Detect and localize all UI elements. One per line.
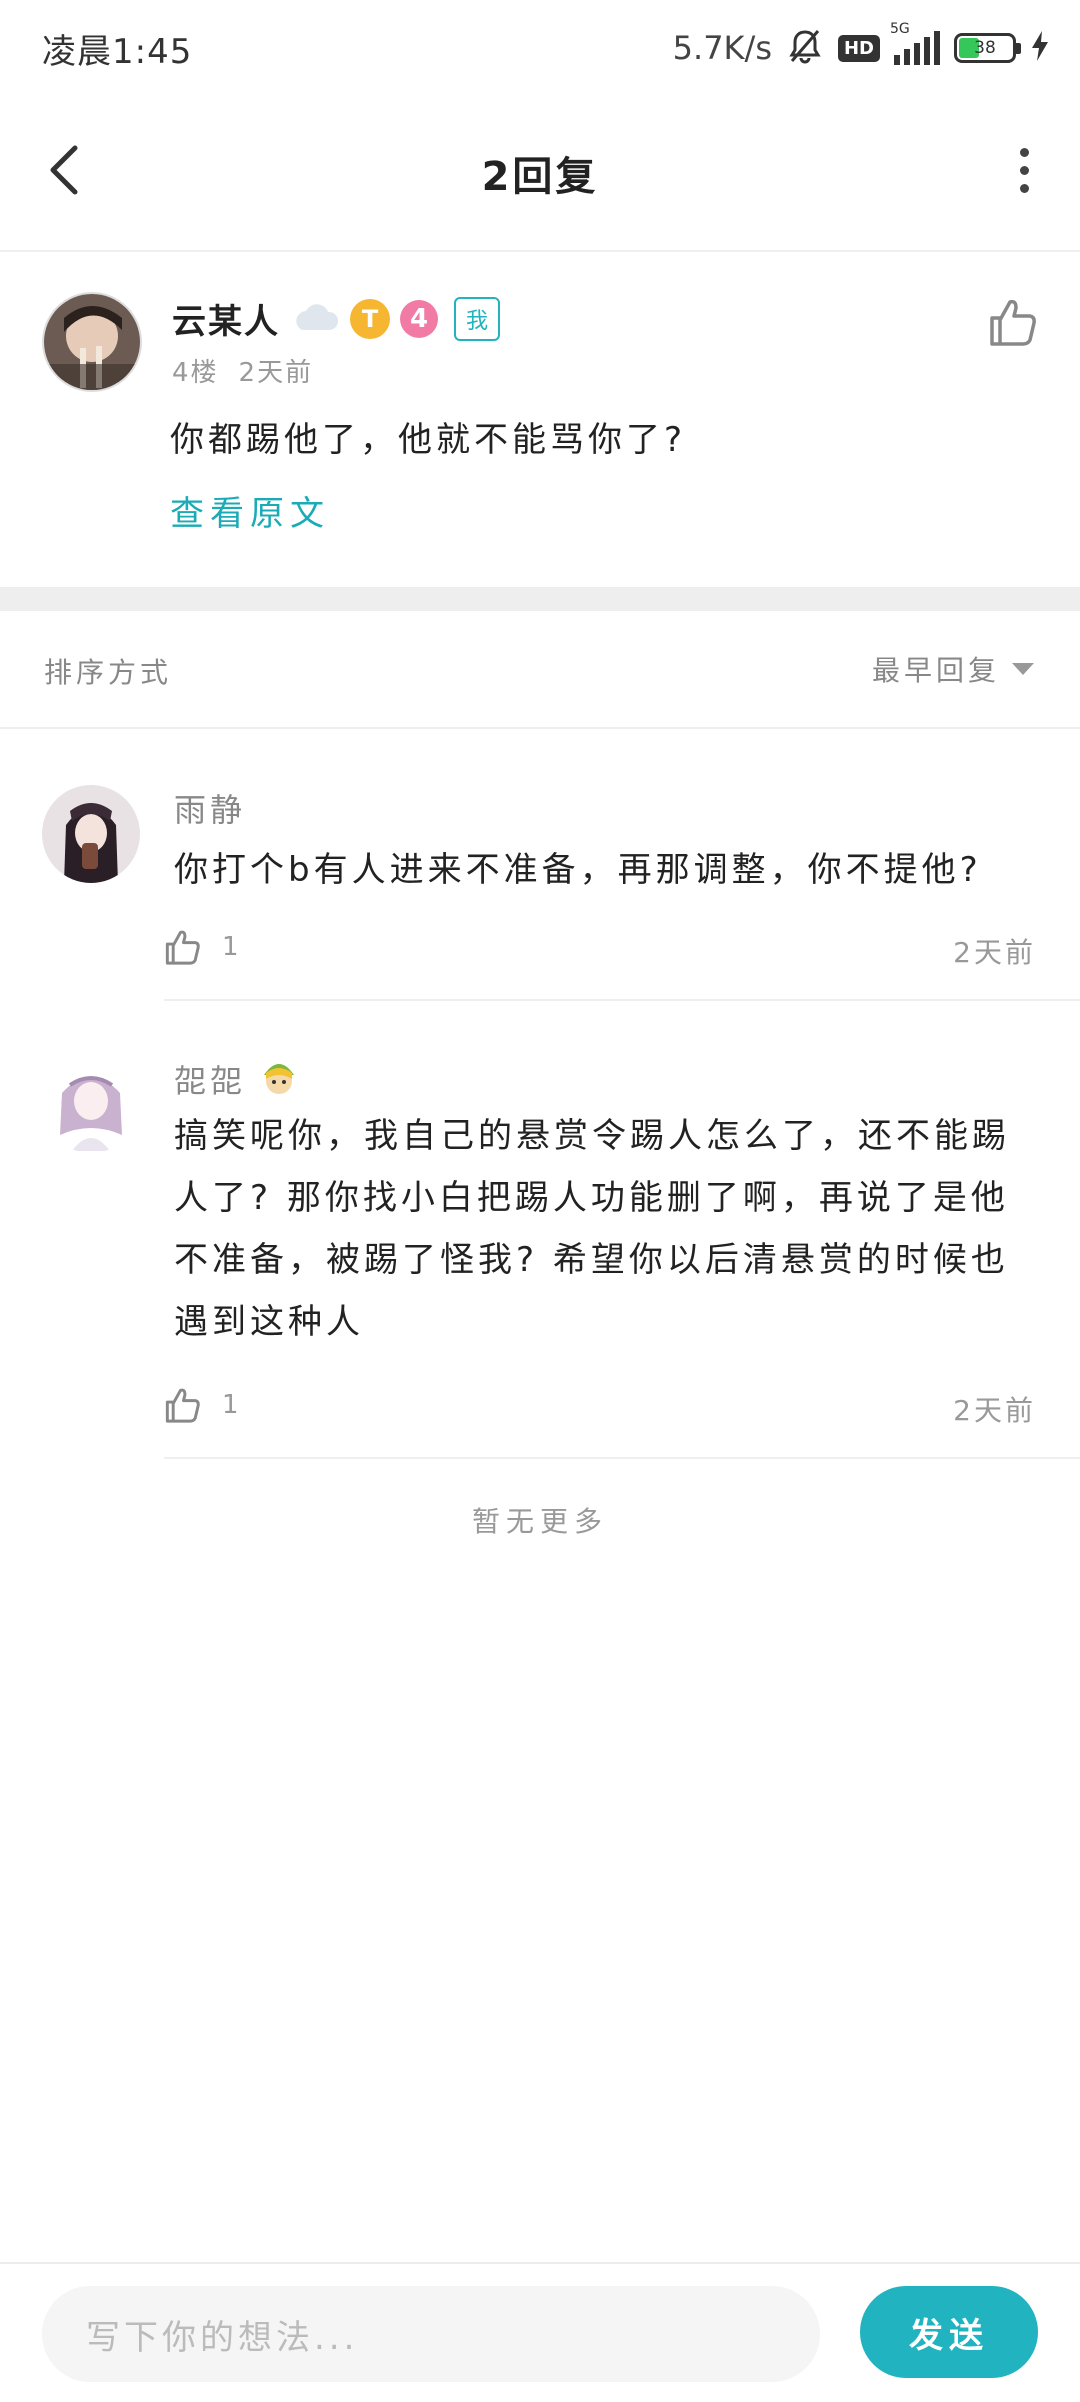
original-comment: 云某人 T 4 我 4楼 2天前 你都踢他了，他就不能骂你了? 查看原文 — [0, 252, 1080, 587]
section-divider — [0, 587, 1080, 611]
reply-item: 㖙㖙 搞笑呢你，我自己的悬赏令踢人怎么了，还不能踢人了? 那你找小白把踢人功能删… — [0, 1001, 1080, 1461]
hd-icon: HD — [837, 34, 880, 62]
more-options-button[interactable] — [1004, 140, 1044, 200]
reply-author-row: 㖙㖙 — [174, 1055, 300, 1103]
thumbs-up-icon — [990, 299, 1036, 346]
thumbs-up-icon — [165, 1388, 200, 1423]
badge-t-icon: T — [350, 298, 390, 339]
sort-label: 排序方式 — [44, 656, 173, 689]
sort-dropdown[interactable]: 最早回复 — [872, 649, 1034, 689]
thumbs-up-icon — [165, 930, 200, 965]
floor-number: 4楼 — [172, 358, 219, 388]
signal-icon: 5G — [890, 21, 940, 65]
status-time: 凌晨1:45 — [42, 32, 193, 72]
status-bar: 凌晨1:45 5.7K/s HD 5G 38 — [0, 0, 1080, 96]
reply-time: 2天前 — [953, 1394, 1036, 1427]
reply-item: 雨静 你打个b有人进来不准备，再那调整，你不提他? 1 2天前 — [0, 729, 1080, 1001]
top-nav-bar: 2回复 — [0, 100, 1080, 252]
status-icons: 5.7K/s HD 5G 38 — [672, 21, 1050, 74]
comment-composer: 写下你的想法... 发送 — [0, 2262, 1080, 2402]
divider — [164, 1457, 1080, 1459]
send-button[interactable]: 发送 — [860, 2286, 1038, 2378]
no-more-text: 暂无更多 — [471, 1505, 608, 1538]
more-dot-icon — [1019, 183, 1029, 193]
network-type: 5G — [890, 21, 910, 37]
comment-input[interactable]: 写下你的想法... — [42, 2286, 820, 2382]
reply-like-button[interactable]: 1 — [160, 1383, 239, 1427]
me-tag: 我 — [454, 296, 501, 341]
reply-author-name[interactable]: 㖙㖙 — [174, 1056, 246, 1102]
mute-bell-icon — [786, 27, 824, 69]
battery-icon: 38 — [954, 33, 1021, 63]
like-button[interactable] — [982, 292, 1042, 352]
reply-text: 搞笑呢你，我自己的悬赏令踢人怎么了，还不能踢人了? 那你找小白把踢人功能删了啊，… — [174, 1116, 1010, 1342]
caret-down-icon — [1012, 663, 1034, 675]
comment-text: 你都踢他了，他就不能骂你了? — [170, 420, 687, 460]
sort-row: 排序方式 最早回复 — [0, 611, 1080, 729]
more-dot-icon — [1019, 165, 1029, 175]
charging-icon — [1030, 30, 1050, 66]
battery-level: 38 — [974, 38, 996, 58]
author-row: 云某人 T 4 我 — [172, 294, 501, 343]
character-badge-icon — [258, 1055, 300, 1103]
author-name[interactable]: 云某人 — [172, 294, 280, 343]
avatar[interactable] — [42, 785, 140, 883]
view-original-link[interactable]: 查看原文 — [170, 486, 330, 535]
comment-meta: 4楼 2天前 — [172, 352, 313, 389]
level-badge: 4 — [400, 299, 438, 338]
avatar[interactable] — [42, 1055, 140, 1153]
reply-author-name[interactable]: 雨静 — [174, 785, 246, 831]
reply-like-button[interactable]: 1 — [160, 925, 239, 969]
sort-selected-value: 最早回复 — [871, 654, 1000, 687]
reply-author-row: 雨静 — [174, 785, 246, 831]
network-speed: 5.7K/s — [672, 29, 772, 67]
avatar[interactable] — [42, 292, 142, 392]
more-dot-icon — [1019, 147, 1029, 157]
page-title: 2回复 — [481, 154, 599, 200]
comment-input-placeholder: 写下你的想法... — [86, 2317, 359, 2358]
cloud-icon — [290, 300, 340, 338]
like-count: 1 — [222, 932, 239, 962]
reply-text: 你打个b有人进来不准备，再那调整，你不提他? — [174, 850, 982, 890]
comment-time: 2天前 — [238, 358, 314, 388]
like-count: 1 — [222, 1390, 239, 1420]
reply-time: 2天前 — [953, 936, 1036, 969]
